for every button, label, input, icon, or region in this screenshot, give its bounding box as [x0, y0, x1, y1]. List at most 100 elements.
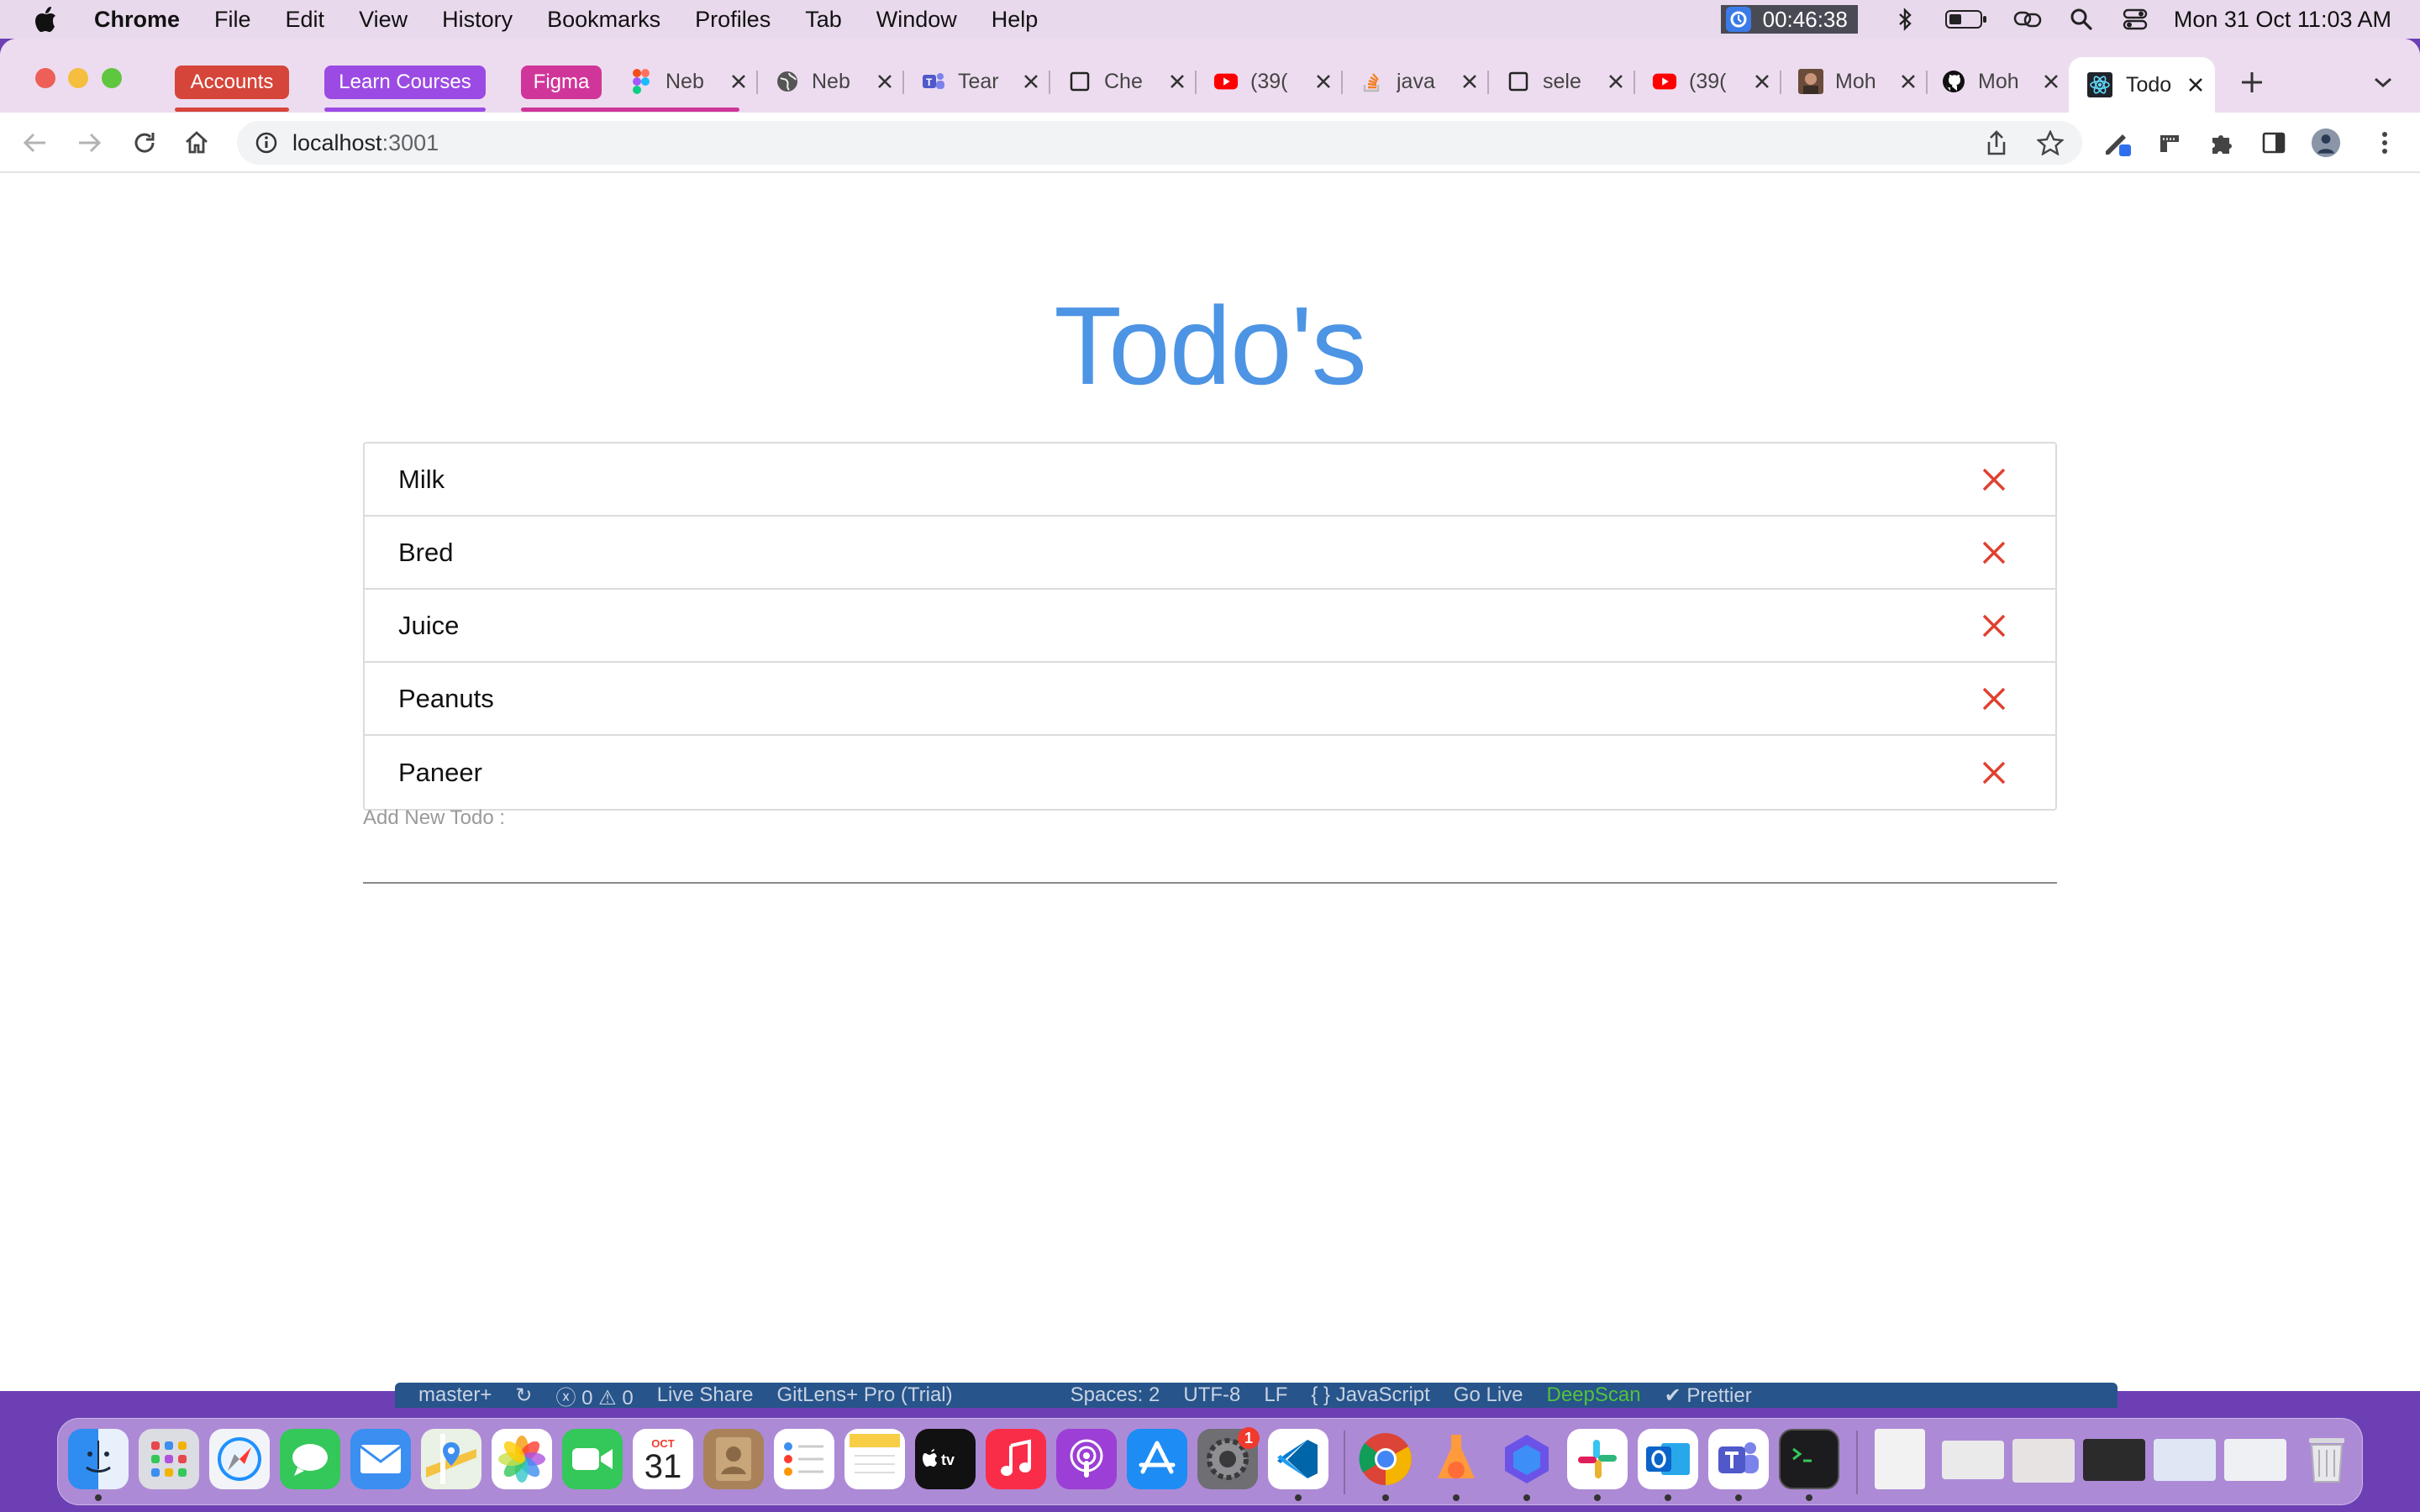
delete-todo-button[interactable]	[1978, 683, 2010, 715]
close-icon[interactable]	[1457, 69, 1482, 94]
menu-view[interactable]: View	[359, 7, 408, 33]
gitlens-status[interactable]: GitLens+ Pro (Trial)	[776, 1383, 952, 1407]
menu-window[interactable]: Window	[876, 7, 957, 33]
window-thumbnail[interactable]	[1942, 1441, 2004, 1479]
back-arrow-icon[interactable]	[20, 128, 50, 158]
tab-group-accounts[interactable]: Accounts	[175, 66, 289, 99]
time-tracker[interactable]: 00:46:38	[1720, 5, 1858, 34]
apple-tv-icon[interactable]: tv	[915, 1429, 976, 1489]
control-center-icon[interactable]	[2120, 4, 2150, 34]
trash-icon[interactable]	[2296, 1429, 2357, 1489]
close-icon[interactable]	[1165, 69, 1190, 94]
extension-pen-icon[interactable]	[2102, 128, 2133, 158]
language-mode[interactable]: { } JavaScript	[1311, 1383, 1429, 1407]
reload-icon[interactable]	[129, 128, 160, 158]
spotlight-search-icon[interactable]	[2066, 4, 2096, 34]
teams-icon[interactable]	[1708, 1429, 1769, 1489]
vscode-icon[interactable]	[1268, 1429, 1328, 1489]
close-icon[interactable]	[872, 69, 897, 94]
podcasts-icon[interactable]	[1056, 1429, 1117, 1489]
close-icon[interactable]	[1018, 69, 1044, 94]
prettier-status[interactable]: ✔ Prettier	[1665, 1383, 1752, 1408]
close-icon[interactable]	[2183, 72, 2208, 97]
tab-group-figma[interactable]: Figma	[521, 66, 602, 99]
menu-edit[interactable]: Edit	[286, 7, 325, 33]
notes-icon[interactable]	[844, 1429, 905, 1489]
app-store-icon[interactable]	[1127, 1429, 1187, 1489]
live-share[interactable]: Live Share	[657, 1383, 754, 1407]
extensions-puzzle-icon[interactable]	[2207, 128, 2237, 158]
chrome-icon[interactable]	[1355, 1429, 1416, 1489]
home-icon[interactable]	[182, 128, 212, 158]
menu-bookmarks[interactable]: Bookmarks	[547, 7, 660, 33]
slack-icon[interactable]	[1567, 1429, 1628, 1489]
apple-menu-icon[interactable]	[29, 3, 62, 36]
problems-count[interactable]: ⓧ 0 ⚠ 0	[555, 1381, 633, 1410]
encoding-status[interactable]: UTF-8	[1183, 1383, 1240, 1407]
bluetooth-icon[interactable]	[1890, 4, 1920, 34]
site-info-icon[interactable]	[254, 130, 279, 155]
new-tab-button[interactable]	[2235, 66, 2269, 99]
postman-icon[interactable]	[1426, 1429, 1486, 1489]
tab-group-learn-courses[interactable]: Learn Courses	[324, 66, 486, 99]
close-icon[interactable]	[726, 69, 751, 94]
tab-stackoverflow[interactable]: java	[1360, 62, 1482, 101]
calendar-icon[interactable]: OCT 31	[633, 1429, 693, 1489]
window-thumbnail[interactable]	[2083, 1439, 2145, 1481]
facetime-icon[interactable]	[562, 1429, 623, 1489]
go-live-button[interactable]: Go Live	[1454, 1383, 1523, 1407]
tab-nebula[interactable]: Neb	[775, 62, 897, 101]
finder-icon[interactable]	[68, 1429, 129, 1489]
extension-ruler-icon[interactable]	[2154, 128, 2185, 158]
indentation-status[interactable]: Spaces: 2	[1071, 1383, 1160, 1407]
launchpad-icon[interactable]	[139, 1429, 199, 1489]
reminders-icon[interactable]	[774, 1429, 834, 1489]
menu-tab[interactable]: Tab	[805, 7, 842, 33]
forward-arrow-icon[interactable]	[74, 128, 104, 158]
bookmark-star-icon[interactable]	[2035, 128, 2065, 158]
music-icon[interactable]	[986, 1429, 1046, 1489]
sync-icon[interactable]: ↻	[515, 1383, 532, 1408]
mail-icon[interactable]	[350, 1429, 411, 1489]
profile-avatar[interactable]	[2311, 128, 2341, 158]
safari-icon[interactable]	[209, 1429, 270, 1489]
delete-todo-button[interactable]	[1978, 464, 2010, 496]
terminal-icon[interactable]	[1779, 1429, 1839, 1489]
close-icon[interactable]	[1603, 69, 1628, 94]
menu-file[interactable]: File	[214, 7, 251, 33]
maps-icon[interactable]	[421, 1429, 481, 1489]
share-icon[interactable]	[1981, 128, 2012, 158]
outlook-icon[interactable]	[1638, 1429, 1698, 1489]
tab-teams[interactable]: T Tear	[921, 62, 1044, 101]
close-icon[interactable]	[1311, 69, 1336, 94]
document-thumbnail[interactable]	[1875, 1429, 1925, 1489]
close-icon[interactable]	[2039, 69, 2064, 94]
menu-app-name[interactable]: Chrome	[94, 7, 180, 33]
photos-icon[interactable]	[492, 1429, 552, 1489]
window-thumbnail[interactable]	[2224, 1439, 2286, 1481]
window-thumbnail[interactable]	[2012, 1439, 2075, 1483]
address-bar[interactable]: localhost:3001	[237, 121, 2082, 165]
tab-profile[interactable]: Moh	[1798, 62, 1921, 101]
messages-icon[interactable]	[280, 1429, 340, 1489]
menu-profiles[interactable]: Profiles	[695, 7, 771, 33]
contacts-icon[interactable]	[703, 1429, 764, 1489]
window-minimize-button[interactable]	[68, 68, 88, 88]
window-thumbnail[interactable]	[2154, 1439, 2216, 1481]
system-preferences-icon[interactable]: 1	[1197, 1427, 1260, 1489]
menubar-clock[interactable]: Mon 31 Oct 11:03 AM	[2174, 7, 2391, 33]
tab-checkbox-page[interactable]: Che	[1067, 62, 1190, 101]
menu-help[interactable]: Help	[992, 7, 1039, 33]
close-icon[interactable]	[1749, 69, 1775, 94]
tab-search-chevron-icon[interactable]	[2368, 67, 2398, 97]
tab-selenium[interactable]: sele	[1506, 62, 1628, 101]
battery-icon[interactable]	[1944, 4, 1989, 34]
delete-todo-button[interactable]	[1978, 537, 2010, 569]
window-close-button[interactable]	[35, 68, 55, 88]
nebula-app-icon[interactable]	[1497, 1429, 1557, 1489]
side-panel-icon[interactable]	[2259, 128, 2289, 158]
delete-todo-button[interactable]	[1978, 610, 2010, 642]
more-menu-icon[interactable]	[2370, 128, 2400, 158]
link-icon[interactable]	[2012, 4, 2043, 34]
close-icon[interactable]	[1896, 69, 1921, 94]
